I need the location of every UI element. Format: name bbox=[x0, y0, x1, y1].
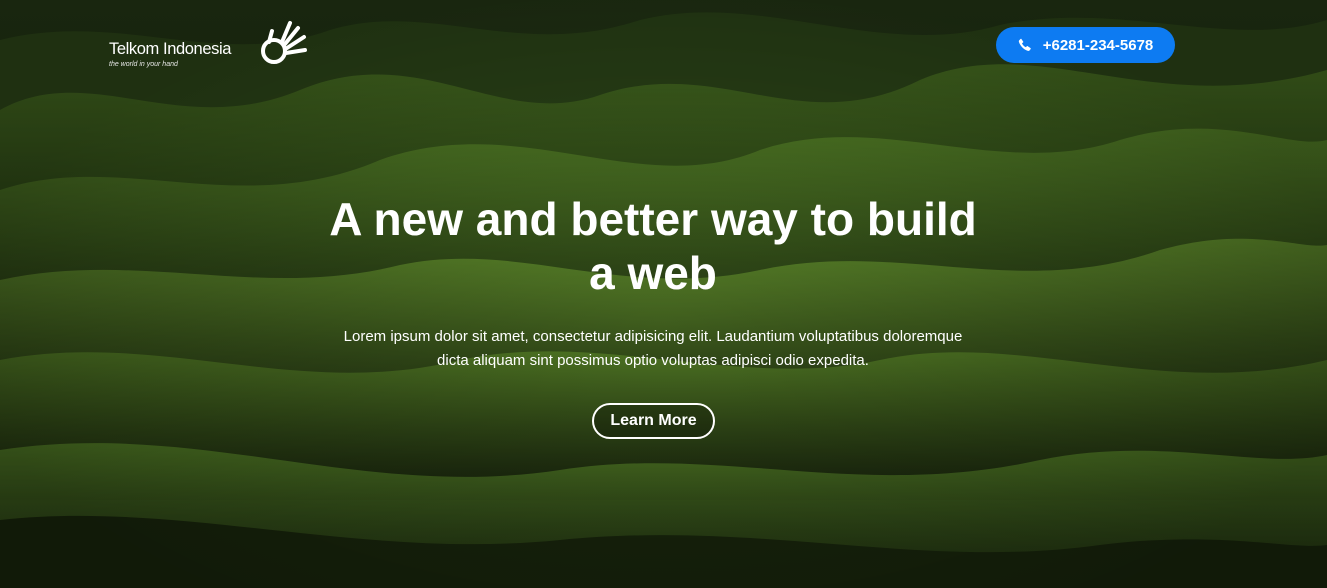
hero-section: Telkom Indonesia the world in your hand … bbox=[0, 0, 1327, 588]
brand-name: Telkom Indonesia bbox=[109, 40, 232, 58]
phone-contact-button[interactable]: +6281-234-5678 bbox=[996, 27, 1175, 63]
brand-tagline: the world in your hand bbox=[109, 61, 178, 68]
telkom-logo[interactable]: Telkom Indonesia the world in your hand bbox=[109, 20, 309, 72]
phone-number-label: +6281-234-5678 bbox=[1042, 36, 1154, 54]
hero-title: A new and better way to build a web bbox=[329, 193, 977, 299]
telkom-hand-icon bbox=[261, 21, 307, 64]
hero-description: Lorem ipsum dolor sit amet, consectetur … bbox=[343, 328, 963, 369]
phone-icon bbox=[1018, 38, 1031, 51]
learn-more-button[interactable]: Learn More bbox=[592, 403, 715, 439]
